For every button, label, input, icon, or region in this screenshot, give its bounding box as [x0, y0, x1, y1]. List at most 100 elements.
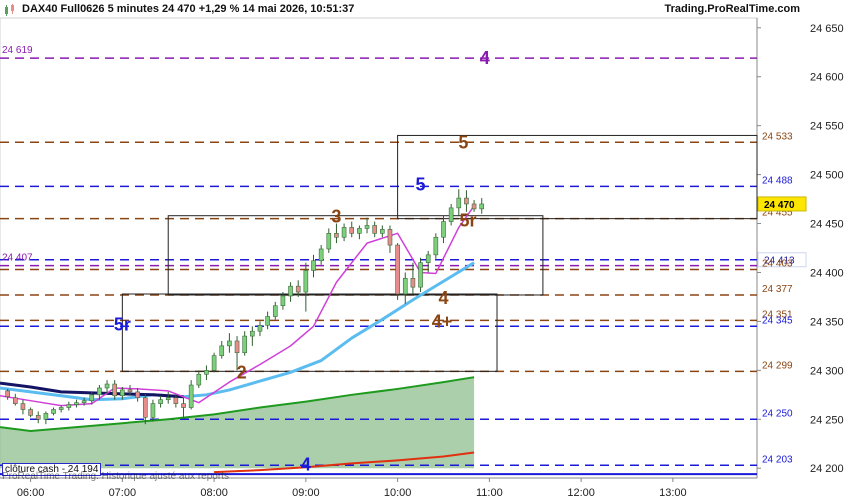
candle-body	[28, 409, 33, 416]
candle-body	[448, 207, 454, 222]
candle-body	[51, 409, 56, 414]
y-tick-label: 24 400	[810, 267, 844, 279]
x-tick-label: 11:00	[476, 487, 503, 499]
candle-body	[295, 285, 301, 293]
candle-body	[433, 236, 439, 256]
candle-body	[456, 197, 462, 209]
candle-body	[425, 254, 431, 263]
candle-body	[74, 402, 79, 405]
candle-body	[364, 225, 370, 229]
candle-body	[5, 390, 10, 398]
level-label: 24 533	[762, 131, 793, 142]
candle-body	[464, 197, 469, 205]
candle-body	[395, 244, 400, 295]
candle-body	[165, 397, 171, 401]
candle-body	[127, 389, 133, 393]
candle-body	[410, 278, 416, 288]
candle-body	[12, 397, 18, 404]
candle-body	[173, 397, 179, 404]
candle-body	[272, 305, 278, 317]
candle-body	[349, 227, 355, 234]
y-tick-label: 24 450	[810, 219, 844, 231]
wave-annotation: 2	[237, 362, 247, 382]
candle-body	[20, 403, 26, 410]
candle-body	[380, 229, 385, 234]
price-chart[interactable]: 06:00 07:00 08:00 09:00 10:00 11:00 12:00 13:00…	[0, 0, 850, 500]
candle-body	[334, 233, 339, 238]
candle-body	[265, 316, 270, 326]
candle-body	[303, 270, 309, 293]
candle-body	[257, 325, 263, 332]
level-label: 24 619	[2, 45, 33, 56]
wave-annotation: 5	[458, 132, 468, 152]
candle-body	[219, 345, 225, 356]
candle-body	[318, 248, 324, 262]
candle-body	[43, 413, 49, 420]
level-label: 24 403	[762, 259, 793, 270]
y-tick-label: 24 650	[810, 23, 844, 35]
candle-body	[280, 295, 286, 307]
wave-annotation: 4	[438, 288, 448, 308]
level-label: 24 299	[762, 360, 793, 371]
candle-body	[326, 233, 332, 250]
y-tick-label: 24 200	[810, 463, 844, 475]
candle-body	[471, 203, 477, 210]
candle-body	[242, 335, 247, 354]
candle-body	[357, 228, 362, 234]
candle-body	[58, 407, 64, 410]
current-price-label: 24 470	[764, 200, 795, 211]
candle-body	[341, 227, 347, 238]
y-tick-label: 24 500	[810, 170, 844, 182]
candle-body	[196, 373, 202, 386]
candle-body	[181, 403, 186, 408]
level-label: 24 345	[762, 315, 793, 326]
y-tick-label: 24 600	[810, 72, 844, 84]
candle-body	[142, 397, 148, 418]
candle-body	[234, 340, 240, 354]
y-tick-label: 24 550	[810, 121, 844, 133]
candle-body	[372, 225, 377, 234]
x-tick-label: 06:00	[17, 487, 45, 499]
level-label: 24 250	[762, 408, 793, 419]
candle-body	[204, 370, 209, 375]
candle-body	[104, 383, 110, 389]
candle-body	[288, 285, 293, 297]
candle-body	[387, 229, 393, 246]
wave-annotation: 3	[331, 207, 341, 227]
candle-body	[211, 355, 217, 371]
candle-body	[35, 415, 41, 420]
wave-annotation: 4	[301, 454, 311, 474]
candle-body	[311, 260, 316, 271]
level-label: 24 377	[762, 284, 793, 295]
candle-body	[158, 399, 163, 404]
x-tick-label: 12:00	[567, 487, 595, 499]
candle-body	[120, 389, 125, 397]
wave-annotation: 5	[416, 174, 426, 194]
wave-annotation: 4	[480, 48, 490, 68]
candle-body	[418, 262, 423, 288]
candle-body	[402, 278, 408, 295]
footer-note: ProRealTime Trading. Historique ajusté a…	[2, 471, 229, 482]
x-tick-label: 10:00	[384, 487, 412, 499]
candle-body	[250, 330, 255, 337]
x-tick-label: 13:00	[659, 487, 687, 499]
level-label: 24 203	[762, 454, 793, 465]
candle-body	[188, 384, 194, 408]
candle-body	[112, 383, 117, 397]
candle-body	[89, 394, 95, 401]
candle-body	[441, 221, 446, 238]
y-tick-label: 24 300	[810, 365, 844, 377]
candle-body	[227, 340, 232, 347]
wave-annotation: 5r	[114, 314, 131, 334]
candle-body	[135, 391, 140, 399]
x-tick-label: 07:00	[109, 487, 137, 499]
x-tick-label: 08:00	[200, 487, 228, 499]
level-label: 24 488	[762, 175, 793, 186]
wave-annotation: 4+	[432, 311, 453, 331]
wave-annotation: 5r	[459, 211, 476, 231]
candle-body	[97, 387, 102, 396]
x-tick-label: 09:00	[292, 487, 320, 499]
candle-body	[66, 404, 72, 408]
candle-body	[479, 203, 485, 210]
y-tick-label: 24 350	[810, 316, 844, 328]
